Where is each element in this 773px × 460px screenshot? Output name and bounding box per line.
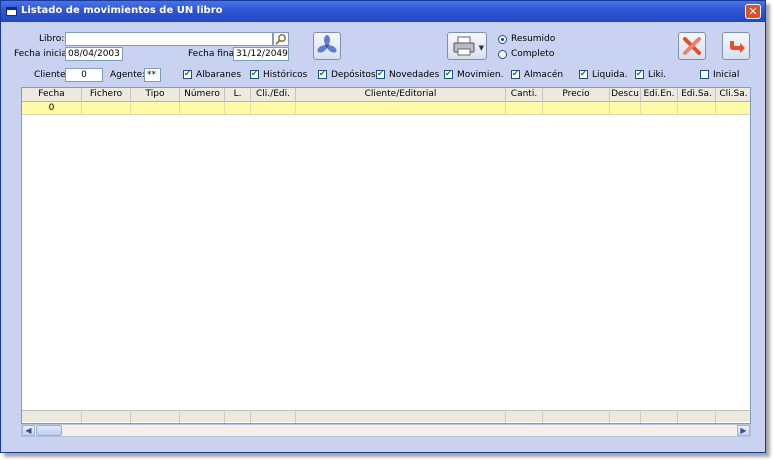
cliente-input[interactable]: 0 [65, 68, 103, 82]
totals-cell [506, 411, 543, 423]
horizontal-scrollbar[interactable]: ◀ ▶ [21, 424, 751, 437]
filter-depositos-label: Depósitos [331, 70, 376, 80]
fan-icon [317, 35, 337, 53]
column-header[interactable]: Descu [610, 88, 641, 102]
scroll-thumb[interactable] [36, 425, 62, 436]
table-cell [225, 102, 251, 115]
table-cell: 0 [22, 102, 82, 115]
totals-cell [610, 411, 641, 423]
chevron-down-icon[interactable]: ▼ [479, 44, 484, 52]
cliente-label: Cliente: [34, 70, 69, 80]
filter-movimien-label: Movimien. [457, 70, 504, 80]
table-cell [82, 102, 131, 115]
filter-historicos-checkbox[interactable] [250, 69, 259, 79]
filter-almacen-label: Almacén [524, 70, 564, 80]
filter-albaranes-label: Albaranes [196, 70, 242, 80]
table-cell [296, 102, 506, 115]
report-window: Listado de movimientos de UN libro ✕ Lib… [0, 0, 766, 453]
filter-novedades-checkbox[interactable] [376, 69, 385, 79]
column-header[interactable]: Fichero [82, 88, 131, 102]
title-bar[interactable]: Listado de movimientos de UN libro ✕ [1, 1, 765, 22]
tools-icon [683, 37, 701, 55]
filter-almacen-checkbox[interactable] [511, 69, 520, 79]
table-row[interactable]: 0 [22, 102, 750, 115]
column-header[interactable]: Número [180, 88, 225, 102]
filter-inicial-label: Inicial [713, 70, 740, 80]
fecha-final-label: Fecha final: [188, 49, 240, 59]
filter-albaranes-checkbox[interactable] [183, 69, 192, 79]
filter-liquida-label: Liquida. [592, 70, 628, 80]
exit-arrow-icon [730, 41, 745, 53]
filter-historicos-label: Históricos [263, 70, 308, 80]
table-cell [716, 102, 750, 115]
totals-cell [716, 411, 750, 423]
totals-cell [543, 411, 610, 423]
totals-cell [131, 411, 180, 423]
totals-cell [22, 411, 82, 423]
fan-button[interactable] [313, 32, 341, 60]
window-title: Listado de movimientos de UN libro [21, 5, 223, 16]
table-cell [543, 102, 610, 115]
filter-depositos-checkbox[interactable] [318, 69, 327, 79]
movements-grid[interactable]: Fecha Fichero Tipo Número L. Cli./Edi. C… [21, 87, 751, 424]
exit-button[interactable] [722, 32, 750, 60]
grid-header: Fecha Fichero Tipo Número L. Cli./Edi. C… [22, 88, 750, 102]
totals-cell [251, 411, 296, 423]
column-header[interactable]: Precio [543, 88, 610, 102]
search-libro-button[interactable] [273, 32, 289, 46]
agente-label: Agente: [110, 70, 146, 80]
radio-completo[interactable] [498, 50, 507, 59]
totals-cell [641, 411, 678, 423]
totals-cell [225, 411, 251, 423]
totals-cell [296, 411, 506, 423]
column-header[interactable]: Cli.Sa. [716, 88, 750, 102]
close-button[interactable]: ✕ [745, 4, 761, 19]
radio-resumido[interactable] [498, 35, 507, 44]
column-header[interactable]: Edi.En. [641, 88, 678, 102]
tools-button[interactable] [678, 32, 706, 60]
totals-cell [678, 411, 716, 423]
table-cell [251, 102, 296, 115]
column-header[interactable]: Cli./Edi. [251, 88, 296, 102]
scroll-right-icon[interactable]: ▶ [737, 425, 750, 436]
libro-input[interactable] [65, 32, 273, 46]
radio-completo-label: Completo [511, 49, 555, 59]
table-cell [180, 102, 225, 115]
fecha-inicial-label: Fecha inicial: [14, 49, 73, 59]
column-header[interactable]: Cliente/Editorial [296, 88, 506, 102]
column-header[interactable]: Canti. [506, 88, 543, 102]
totals-cell [82, 411, 131, 423]
column-header[interactable]: Edi.Sa. [678, 88, 716, 102]
table-cell [641, 102, 678, 115]
filter-liki-checkbox[interactable] [635, 69, 644, 79]
table-cell [506, 102, 543, 115]
libro-label: Libro: [39, 34, 65, 44]
table-cell [131, 102, 180, 115]
table-cell [678, 102, 716, 115]
grid-totals-row [22, 410, 750, 423]
filter-novedades-label: Novedades [389, 70, 440, 80]
filter-inicial-checkbox[interactable] [700, 70, 709, 79]
magnifier-icon [275, 34, 286, 45]
column-header[interactable]: Fecha [22, 88, 82, 102]
print-button[interactable]: ▼ [447, 32, 487, 60]
column-header[interactable]: L. [225, 88, 251, 102]
agente-input[interactable]: ** [144, 68, 161, 82]
fecha-inicial-input[interactable]: 08/04/2003 [65, 47, 123, 61]
filter-liquida-checkbox[interactable] [579, 69, 588, 79]
window-icon [6, 7, 17, 16]
scroll-left-icon[interactable]: ◀ [22, 425, 35, 436]
totals-cell [180, 411, 225, 423]
filter-movimien-checkbox[interactable] [444, 69, 453, 79]
table-cell [610, 102, 641, 115]
printer-icon [453, 36, 475, 56]
radio-resumido-label: Resumido [511, 34, 556, 44]
column-header[interactable]: Tipo [131, 88, 180, 102]
fecha-final-input[interactable]: 31/12/2049 [233, 47, 289, 61]
filter-liki-label: Liki. [648, 70, 667, 80]
